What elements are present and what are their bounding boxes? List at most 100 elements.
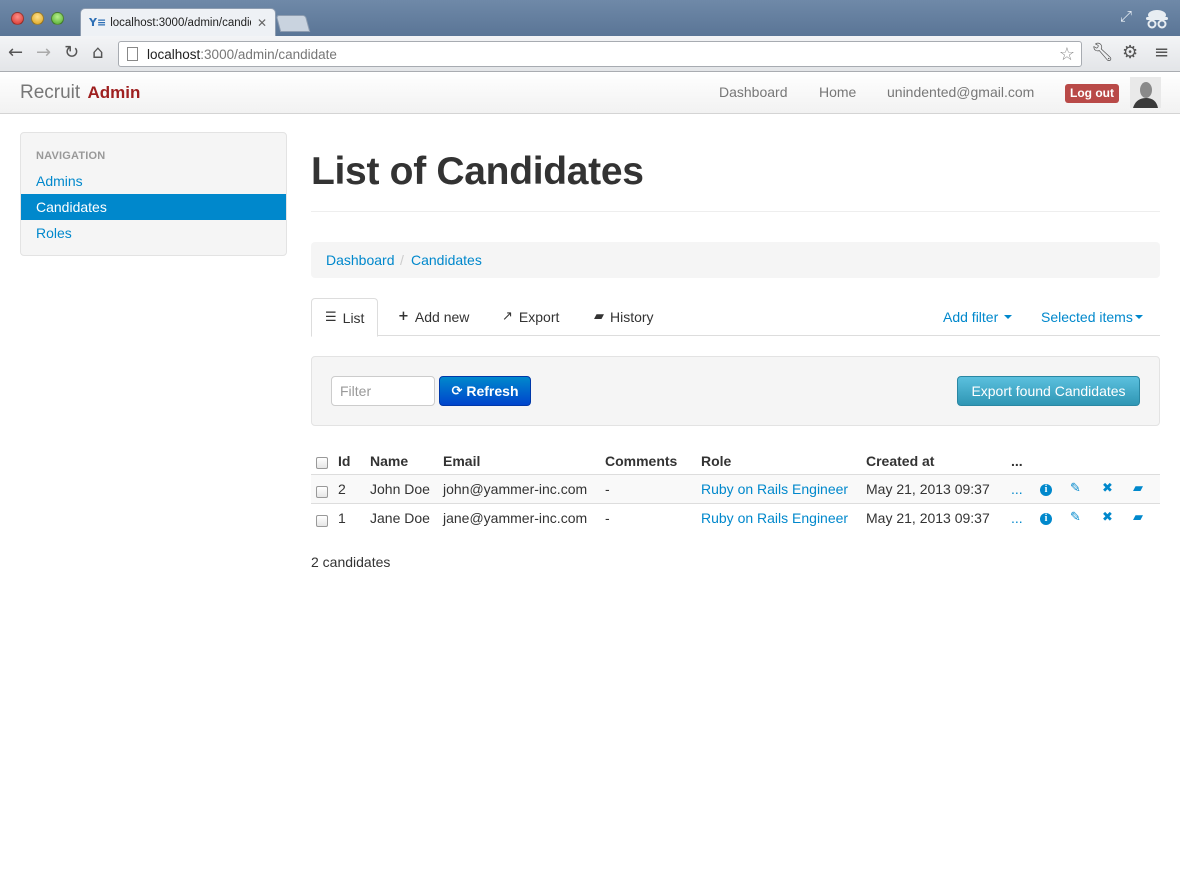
row-checkbox[interactable] — [316, 486, 328, 498]
brand-name: Recruit — [20, 82, 81, 103]
tab-add-new[interactable]: + Add new — [398, 298, 469, 336]
nav-home-link[interactable]: Home — [819, 84, 856, 100]
minimize-window-icon[interactable] — [31, 12, 44, 25]
logout-button[interactable]: Log out — [1065, 84, 1119, 103]
breadcrumb-separator: / — [400, 252, 404, 268]
brand-logo[interactable]: Recruit Admin — [20, 82, 140, 104]
tab-export[interactable]: ↗ Export — [502, 298, 559, 336]
cell-id: 2 — [338, 481, 346, 497]
nav-header: NAVIGATION — [36, 150, 106, 162]
column-header-id[interactable]: Id — [338, 453, 350, 469]
url-path: :3000/admin/candidate — [200, 47, 337, 62]
browser-toolbar: ← → ↻ ⌂ localhost:3000/admin/candidate ☆… — [0, 36, 1180, 72]
list-icon: ☰ — [325, 309, 337, 325]
cell-email: john@yammer-inc.com — [443, 481, 588, 497]
tab-export-label: Export — [518, 309, 560, 325]
select-all-checkbox[interactable] — [316, 457, 328, 469]
close-window-icon[interactable] — [11, 12, 24, 25]
export-found-button[interactable]: Export found Candidates — [957, 376, 1140, 406]
column-header-email[interactable]: Email — [443, 453, 480, 469]
delete-icon[interactable]: ✖ — [1102, 481, 1113, 496]
cell-role-link[interactable]: Ruby on Rails Engineer — [701, 510, 848, 526]
result-count: 2 candidates — [311, 554, 391, 570]
browser-titlebar: Y≡ localhost:3000/admin/candidate ✕ ⤢ — [0, 0, 1180, 36]
cell-comments: - — [605, 481, 610, 497]
yammer-favicon-icon: Y≡ — [89, 16, 107, 29]
refresh-icon: ⟳ — [451, 383, 463, 399]
browser-tab[interactable]: Y≡ localhost:3000/admin/candidate ✕ — [80, 8, 276, 36]
tab-list[interactable]: ☰ List — [311, 298, 379, 337]
new-tab-button[interactable] — [275, 15, 311, 32]
user-avatar[interactable] — [1130, 77, 1161, 108]
cell-name: Jane Doe — [370, 510, 430, 526]
brand-accent: Admin — [87, 83, 141, 102]
column-header-created-at[interactable]: Created at — [866, 453, 934, 469]
row-checkbox[interactable] — [316, 515, 328, 527]
cell-created-at: May 21, 2013 09:37 — [866, 510, 990, 526]
sidebar-item-admins[interactable]: Admins — [21, 168, 286, 194]
edit-pencil-icon[interactable]: ✎ — [1070, 510, 1081, 525]
add-filter-label: Add filter — [943, 309, 999, 325]
wrench-icon[interactable]: 🔧︎ — [1091, 43, 1114, 63]
tab-list-label: List — [342, 309, 365, 326]
settings-gear-icon[interactable]: ⚙ — [1122, 43, 1138, 63]
table-row: 1 Jane Doe jane@yammer-inc.com - Ruby on… — [311, 503, 1160, 532]
cell-id: 1 — [338, 510, 346, 526]
tab-add-new-label: Add new — [414, 309, 470, 325]
table-row: 2 John Doe john@yammer-inc.com - Ruby on… — [311, 474, 1160, 503]
back-arrow-icon[interactable]: ← — [8, 43, 23, 63]
column-header-comments[interactable]: Comments — [605, 453, 677, 469]
url-host: localhost — [147, 47, 201, 62]
history-book-icon[interactable]: ▰ — [1133, 481, 1143, 496]
sidebar-item-roles[interactable]: Roles — [21, 220, 286, 246]
forward-arrow-icon[interactable]: → — [36, 43, 51, 63]
bookmark-star-icon[interactable]: ☆ — [1059, 44, 1075, 65]
selected-items-label: Selected items — [1041, 309, 1133, 325]
fullscreen-icon[interactable]: ⤢ — [1120, 8, 1132, 25]
cell-email: jane@yammer-inc.com — [443, 510, 588, 526]
refresh-button[interactable]: ⟳ Refresh — [439, 376, 531, 406]
tab-close-icon[interactable]: ✕ — [257, 16, 267, 30]
breadcrumb: Dashboard / Candidates — [311, 242, 1160, 278]
nav-dashboard-link[interactable]: Dashboard — [719, 84, 788, 100]
breadcrumb-dashboard-link[interactable]: Dashboard — [326, 252, 395, 268]
history-book-icon[interactable]: ▰ — [1133, 510, 1143, 525]
share-export-icon: ↗ — [502, 309, 513, 324]
filter-toolbar: ⟳ Refresh Export found Candidates — [311, 356, 1160, 426]
nav-user-email-link[interactable]: unindented@gmail.com — [887, 84, 1034, 100]
book-icon: ▰ — [594, 309, 604, 324]
delete-icon[interactable]: ✖ — [1102, 510, 1113, 525]
reload-icon[interactable]: ↻ — [64, 43, 79, 63]
column-header-more: ... — [1011, 453, 1023, 469]
cell-created-at: May 21, 2013 09:37 — [866, 481, 990, 497]
cell-more-link[interactable]: ... — [1011, 481, 1023, 497]
column-header-role[interactable]: Role — [701, 453, 731, 469]
filter-input[interactable] — [331, 376, 435, 406]
menu-icon[interactable]: ≡ — [1154, 43, 1169, 63]
cell-role-link[interactable]: Ruby on Rails Engineer — [701, 481, 848, 497]
sidebar-item-candidates[interactable]: Candidates — [21, 194, 286, 220]
plus-icon: + — [398, 309, 409, 324]
title-divider — [311, 211, 1160, 212]
home-icon[interactable]: ⌂ — [92, 43, 103, 63]
breadcrumb-candidates-link[interactable]: Candidates — [411, 252, 482, 268]
add-filter-dropdown[interactable]: Add filter — [943, 298, 1013, 336]
cell-more-link[interactable]: ... — [1011, 510, 1023, 526]
info-icon[interactable]: i — [1040, 513, 1052, 525]
caret-down-icon — [1004, 315, 1013, 319]
action-tabs: ☰ List + Add new ↗ Export ▰ History Add … — [311, 298, 1160, 337]
caret-down-icon — [1134, 315, 1143, 319]
column-header-name[interactable]: Name — [370, 453, 408, 469]
sidebar-navigation: NAVIGATION Admins Candidates Roles — [20, 132, 287, 256]
selected-items-dropdown[interactable]: Selected items — [1041, 298, 1143, 336]
info-icon[interactable]: i — [1040, 484, 1052, 496]
page-title: List of Candidates — [311, 150, 644, 193]
url-text: localhost:3000/admin/candidate — [147, 47, 337, 62]
tab-history[interactable]: ▰ History — [594, 298, 654, 336]
address-bar[interactable]: localhost:3000/admin/candidate ☆ — [118, 41, 1082, 67]
edit-pencil-icon[interactable]: ✎ — [1070, 481, 1081, 496]
zoom-window-icon[interactable] — [51, 12, 64, 25]
cell-comments: - — [605, 510, 610, 526]
cell-name: John Doe — [370, 481, 430, 497]
tab-title: localhost:3000/admin/candidate — [110, 16, 251, 29]
